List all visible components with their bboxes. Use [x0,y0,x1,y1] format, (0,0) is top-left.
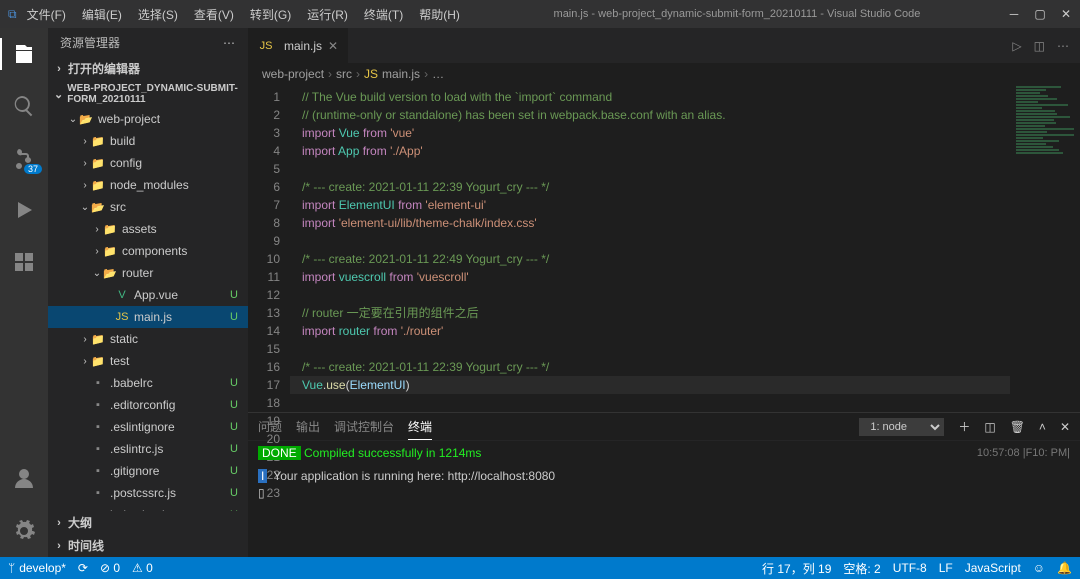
menu-item[interactable]: 文件(F) [21,4,72,25]
outline-section[interactable]: 大纲 [48,511,248,534]
encoding[interactable]: UTF-8 [893,561,927,575]
editor: JS main.js ✕ ▷ ◫ ⋯ web-project›src›JS ma… [248,28,1080,557]
tree-folder[interactable]: ›📁assets [48,218,248,240]
breadcrumb-item[interactable]: web-project [262,67,324,81]
tab-close-icon[interactable]: ✕ [328,39,338,53]
eol[interactable]: LF [939,561,953,575]
menu-item[interactable]: 编辑(E) [76,4,128,25]
branch-indicator[interactable]: ᛘ develop* [8,561,66,575]
feedback-icon[interactable]: ☺ [1033,561,1045,575]
run-icon[interactable] [0,190,48,230]
close-icon[interactable]: ✕ [1060,7,1072,21]
tree-file[interactable]: ▪.gitignoreU [48,460,248,482]
panel-tab[interactable]: 终端 [408,414,432,440]
settings-gear-icon[interactable] [0,511,48,551]
js-icon: JS [258,38,274,54]
tree-folder[interactable]: ⌄📂src [48,196,248,218]
close-panel-icon[interactable]: ✕ [1060,420,1070,434]
tree-folder[interactable]: ›📁static [48,328,248,350]
account-icon[interactable] [0,459,48,499]
tree-folder[interactable]: ›📁components [48,240,248,262]
language-mode[interactable]: JavaScript [965,561,1021,575]
scm-badge: 37 [24,164,42,174]
more-icon[interactable]: ⋯ [223,36,236,50]
breadcrumb-item[interactable]: main.js [382,67,420,81]
title-bar: ⧉ 文件(F)编辑(E)选择(S)查看(V)转到(G)运行(R)终端(T)帮助(… [0,0,1080,28]
scm-icon[interactable]: 37 [0,138,48,178]
file-tree: ⌄📂web-project›📁build›📁config›📁node_modul… [48,108,248,511]
tree-file[interactable]: <>index.htmlU [48,504,248,511]
done-badge: DONE [258,446,301,460]
tab-main-js[interactable]: JS main.js ✕ [248,28,349,63]
search-icon[interactable] [0,86,48,126]
tree-file[interactable]: ▪.eslintrc.jsU [48,438,248,460]
sync-icon[interactable]: ⟳ [78,561,88,575]
code-content[interactable]: // The Vue build version to load with th… [290,85,1010,412]
explorer-title: 资源管理器 [60,34,120,51]
split-editor-icon[interactable]: ◫ [1034,39,1045,53]
tree-file[interactable]: ▪.babelrcU [48,372,248,394]
terminal-time: 10:57:08 |F10: PM| [977,445,1070,462]
split-terminal-icon[interactable]: ◫ [984,420,995,434]
tree-folder[interactable]: ›📁config [48,152,248,174]
run-tab-icon[interactable]: ▷ [1012,39,1021,53]
explorer-icon[interactable] [0,34,48,74]
tree-file[interactable]: ▪.eslintignoreU [48,416,248,438]
menu-item[interactable]: 转到(G) [244,4,297,25]
sidebar: 资源管理器 ⋯ 打开的编辑器 WEB-PROJECT_DYNAMIC-SUBMIT… [48,28,248,557]
minimize-icon[interactable]: ─ [1008,7,1020,21]
tree-folder[interactable]: ›📁test [48,350,248,372]
tree-file[interactable]: ▪.editorconfigU [48,394,248,416]
minimap[interactable] [1010,85,1080,412]
extensions-icon[interactable] [0,242,48,282]
tab-more-icon[interactable]: ⋯ [1057,39,1070,53]
menu-item[interactable]: 帮助(H) [413,4,466,25]
tree-file[interactable]: VApp.vueU [48,284,248,306]
tree-folder[interactable]: ›📁build [48,130,248,152]
terminal[interactable]: 10:57:08 |F10: PM| DONE Compiled success… [248,441,1080,557]
line-numbers: 1234567891011121314151617181920212223 [248,85,290,412]
errors-indicator[interactable]: ⊘ 0 [100,561,120,575]
tree-file[interactable]: ▪.postcssrc.jsU [48,482,248,504]
line-col[interactable]: 行 17，列 19 [762,560,831,577]
timeline-section[interactable]: 时间线 [48,534,248,557]
activity-bar: 37 [0,28,48,557]
panel-tabs: 问题输出调试控制台终端 1: node ＋ ◫ 🗑 ˄ ✕ [248,413,1080,441]
breadcrumb-item[interactable]: … [432,67,444,81]
project-section[interactable]: WEB-PROJECT_DYNAMIC-SUBMIT-FORM_20210111 [48,80,248,108]
tree-file[interactable]: JSmain.jsU [48,306,248,328]
running-msg: Your application is running here: http:/… [273,469,555,483]
tree-folder[interactable]: ⌄📂web-project [48,108,248,130]
vscode-logo-icon: ⧉ [8,7,17,22]
info-badge: I [258,469,267,483]
trash-icon[interactable]: 🗑 [1010,420,1025,434]
open-editors-section[interactable]: 打开的编辑器 [48,57,248,80]
panel-tab[interactable]: 输出 [296,414,320,439]
panel-tab[interactable]: 调试控制台 [334,414,394,439]
new-terminal-icon[interactable]: ＋ [958,418,970,435]
menu-item[interactable]: 选择(S) [132,4,184,25]
terminal-select[interactable]: 1: node [859,418,944,436]
compiled-msg: Compiled successfully in 1214ms [304,446,481,460]
tab-label: main.js [284,39,322,53]
breadcrumb-item[interactable]: src [336,67,352,81]
status-bar: ᛘ develop* ⟳ ⊘ 0 ⚠ 0 行 17，列 19 空格: 2 UTF… [0,557,1080,579]
breadcrumb[interactable]: web-project›src›JS main.js›… [248,63,1080,85]
menu-item[interactable]: 终端(T) [358,4,409,25]
panel: 问题输出调试控制台终端 1: node ＋ ◫ 🗑 ˄ ✕ 10:57:08 |… [248,412,1080,557]
notification-icon[interactable]: 🔔 [1057,561,1072,575]
tree-folder[interactable]: ⌄📂router [48,262,248,284]
window-title: main.js - web-project_dynamic-submit-for… [466,8,1008,20]
menu-item[interactable]: 查看(V) [188,4,240,25]
spaces[interactable]: 空格: 2 [843,560,880,577]
warnings-indicator[interactable]: ⚠ 0 [132,561,153,575]
maximize-icon[interactable]: ▢ [1034,7,1046,21]
menu-bar: 文件(F)编辑(E)选择(S)查看(V)转到(G)运行(R)终端(T)帮助(H) [21,4,466,25]
menu-item[interactable]: 运行(R) [301,4,354,25]
tab-bar: JS main.js ✕ ▷ ◫ ⋯ [248,28,1080,63]
tree-folder[interactable]: ›📁node_modules [48,174,248,196]
maximize-panel-icon[interactable]: ˄ [1039,420,1046,434]
